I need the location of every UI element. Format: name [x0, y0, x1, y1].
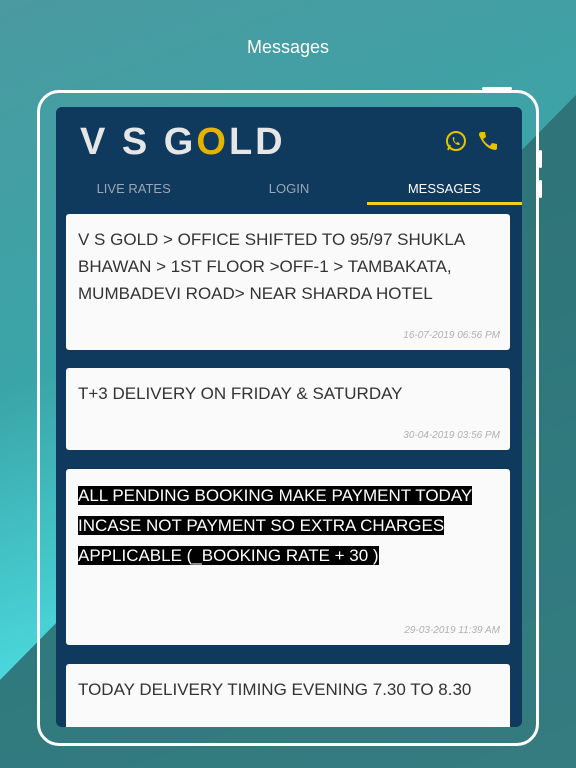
- app-screen: V S GOLD LIVE RATES LOGIN MESSAGES V S G…: [56, 107, 522, 727]
- tab-bar: LIVE RATES LOGIN MESSAGES: [56, 175, 522, 205]
- device-button: [539, 180, 542, 198]
- message-text: V S GOLD > OFFICE SHIFTED TO 95/97 SHUKL…: [78, 230, 465, 303]
- whatsapp-icon[interactable]: [444, 129, 468, 153]
- app-logo: V S GOLD: [80, 121, 286, 163]
- message-text: ALL PENDING BOOKING MAKE PAYMENT TODAY I…: [78, 486, 473, 565]
- message-card[interactable]: ALL PENDING BOOKING MAKE PAYMENT TODAY I…: [66, 469, 510, 645]
- message-timestamp: 16-07-2019 06:56 PM: [403, 330, 500, 341]
- message-card[interactable]: T+3 DELIVERY ON FRIDAY & SATURDAY 30-04-…: [66, 368, 510, 450]
- message-timestamp: 29-03-2019 11:39 AM: [404, 625, 500, 636]
- tab-live-rates[interactable]: LIVE RATES: [56, 175, 211, 205]
- message-card[interactable]: TODAY DELIVERY TIMING EVENING 7.30 TO 8.…: [66, 664, 510, 727]
- message-timestamp: 30-04-2019 03:56 PM: [403, 430, 500, 441]
- message-text: T+3 DELIVERY ON FRIDAY & SATURDAY: [78, 384, 403, 403]
- message-text: TODAY DELIVERY TIMING EVENING 7.30 TO 8.…: [78, 680, 472, 699]
- message-card[interactable]: V S GOLD > OFFICE SHIFTED TO 95/97 SHUKL…: [66, 214, 510, 350]
- tab-messages[interactable]: MESSAGES: [366, 175, 522, 205]
- device-button: [539, 150, 542, 168]
- phone-icon[interactable]: [476, 129, 500, 153]
- tab-login[interactable]: LOGIN: [211, 175, 366, 205]
- device-button: [482, 87, 512, 90]
- page-title: Messages: [246, 37, 330, 57]
- message-list: V S GOLD > OFFICE SHIFTED TO 95/97 SHUKL…: [66, 214, 510, 727]
- app-header: V S GOLD: [56, 107, 522, 175]
